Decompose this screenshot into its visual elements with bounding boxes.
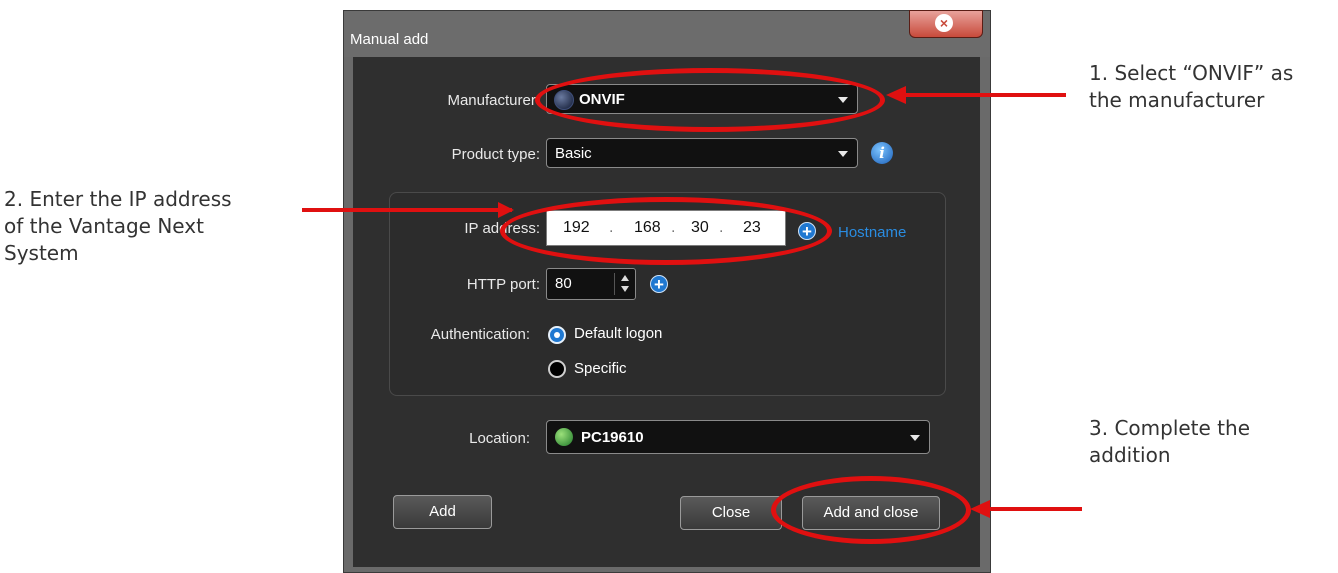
product-type-dropdown[interactable]: Basic [546, 138, 858, 168]
arrow-step2-line [302, 208, 512, 212]
radio-specific[interactable] [548, 360, 566, 378]
close-button[interactable]: Close [680, 496, 782, 530]
authentication-label: Authentication: [430, 326, 530, 343]
plus-icon[interactable]: + [650, 275, 668, 294]
highlight-add-and-close [771, 476, 971, 544]
annotation-step1: 1. Select “ONVIF” as the manufacturer [1089, 60, 1293, 114]
stepper-down-icon[interactable] [621, 286, 629, 292]
arrow-step1-head [886, 86, 906, 104]
product-type-value: Basic [555, 145, 592, 162]
close-icon: × [935, 14, 953, 32]
add-button[interactable]: Add [393, 495, 492, 529]
title-bar: Manual add × [344, 10, 990, 57]
arrow-step3-line [990, 507, 1082, 511]
annotation-step2-line1: 2. Enter the IP address [4, 187, 232, 211]
annotation-step2-line2: of the Vantage Next [4, 214, 204, 238]
annotation-step2: 2. Enter the IP address of the Vantage N… [4, 186, 232, 267]
stepper-up-icon[interactable] [621, 275, 629, 281]
http-port-stepper[interactable]: 80 [546, 268, 636, 300]
annotation-step2-line3: System [4, 241, 79, 265]
stepper-divider [614, 273, 615, 295]
chevron-down-icon [838, 151, 848, 157]
location-dropdown[interactable]: PC19610 [546, 420, 930, 454]
default-logon-label[interactable]: Default logon [574, 325, 662, 342]
annotation-step3-line2: addition [1089, 443, 1171, 467]
location-value: PC19610 [581, 429, 644, 446]
annotation-step1-line2: the manufacturer [1089, 88, 1265, 112]
http-port-value: 80 [555, 275, 572, 292]
highlight-manufacturer [535, 68, 885, 132]
manufacturer-label: Manufacturer: [447, 92, 540, 109]
highlight-ip-address [500, 197, 832, 265]
annotation-step3-line1: 3. Complete the [1089, 416, 1251, 440]
chevron-down-icon [910, 435, 920, 441]
close-window-button[interactable]: × [909, 10, 983, 38]
arrow-step2-head [498, 202, 514, 218]
dialog-title: Manual add [350, 31, 429, 48]
location-label: Location: [469, 430, 530, 447]
product-type-label: Product type: [451, 146, 540, 163]
location-globe-icon [555, 428, 573, 446]
info-icon[interactable]: i [871, 142, 893, 164]
annotation-step1-line1: 1. Select “ONVIF” as [1089, 61, 1294, 85]
http-port-label: HTTP port: [466, 276, 540, 293]
radio-default-logon[interactable] [548, 326, 566, 344]
arrow-step1-line [906, 93, 1066, 97]
hostname-link[interactable]: Hostname [838, 224, 906, 241]
specific-label[interactable]: Specific [574, 360, 627, 377]
arrow-step3-head [970, 500, 990, 518]
annotation-step3: 3. Complete the addition [1089, 415, 1250, 469]
